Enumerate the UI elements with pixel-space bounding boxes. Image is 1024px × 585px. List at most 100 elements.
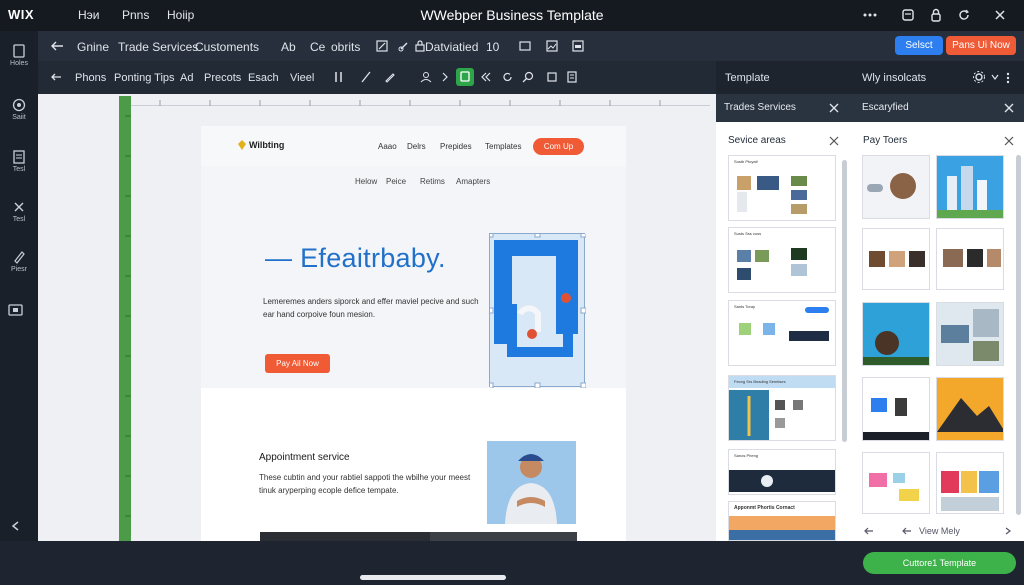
collapse-icon[interactable] — [10, 520, 22, 532]
hero-title[interactable]: — Efeaitrbaby. — [265, 243, 446, 274]
site-nav-1[interactable]: Aaao — [378, 142, 397, 151]
select-button[interactable]: Selsct — [895, 36, 943, 55]
person-icon[interactable] — [420, 71, 432, 83]
template-thumb-1[interactable]: Sustb Ptoyaif — [728, 155, 836, 221]
rail-item-saiit[interactable]: Saiit — [0, 98, 38, 121]
tool-precots[interactable]: Precots — [204, 72, 241, 84]
appointment-title[interactable]: Appointment service — [259, 452, 350, 463]
image-icon[interactable] — [546, 40, 558, 52]
subnav-1[interactable]: Helow — [355, 177, 377, 186]
code-tool[interactable]: Ce — [310, 40, 325, 54]
back-arrow-icon[interactable] — [50, 72, 62, 82]
tab-customents[interactable]: Customents — [195, 40, 259, 54]
active-tool-button[interactable] — [456, 68, 474, 86]
custom-template-button[interactable]: Cuttore1 Template — [863, 552, 1016, 574]
hero-body[interactable]: Lemeremes anders siporck and effer mavie… — [263, 295, 485, 321]
save-icon[interactable] — [900, 7, 916, 23]
edit-icon[interactable] — [376, 40, 388, 52]
more-icon[interactable] — [862, 7, 878, 23]
site-cta-button[interactable]: Com Up — [533, 138, 584, 155]
appointment-body[interactable]: These cubtin and your rabtiel sappoti th… — [259, 471, 474, 497]
site-nav-2[interactable]: Delrs — [407, 142, 426, 151]
preview-icon[interactable] — [519, 40, 531, 52]
slash-icon[interactable] — [360, 71, 372, 83]
refresh-icon[interactable] — [956, 7, 972, 23]
photo-thumb-1[interactable] — [862, 155, 930, 219]
search-icon[interactable] — [522, 71, 534, 83]
photo-thumb-8[interactable] — [936, 377, 1004, 441]
site-logo[interactable]: Wilbting — [249, 140, 284, 150]
service-areas-title: Sevice areas — [728, 135, 786, 146]
home-indicator[interactable] — [360, 575, 506, 580]
hero-cta-button[interactable]: Pay Ail Now — [265, 354, 330, 373]
close-icon[interactable] — [992, 7, 1008, 23]
template-thumb-3[interactable]: Sants Toray — [728, 300, 836, 366]
photo-thumb-3[interactable] — [862, 228, 930, 290]
layers-icon[interactable] — [566, 71, 578, 83]
thumb-title: Sustb Ptoyaif — [734, 159, 758, 164]
template-thumb-4[interactable]: Fecng Srs Bnading Semtises — [728, 375, 836, 441]
close-icon[interactable] — [829, 103, 839, 113]
photo-thumb-4[interactable] — [936, 228, 1004, 290]
panel2-scrollbar[interactable] — [1016, 155, 1021, 515]
back-icon[interactable] — [902, 527, 912, 535]
subnav-3[interactable]: Retims — [420, 177, 445, 186]
worker-photo[interactable] — [487, 441, 576, 524]
rewind-icon[interactable] — [480, 71, 492, 83]
rail-label: Tesl — [12, 216, 26, 223]
template-thumb-5[interactable]: Sanos Pheng — [728, 449, 836, 495]
gallery-icon[interactable] — [572, 40, 584, 52]
box-icon[interactable] — [8, 302, 24, 316]
publish-button[interactable]: Pans Ui Now — [946, 36, 1016, 55]
rail-label: Tesl — [12, 166, 26, 173]
close-icon[interactable] — [1004, 136, 1014, 146]
columns-icon[interactable] — [333, 71, 345, 83]
template-thumb-6[interactable]: Apponmt Phortis Cornact — [728, 501, 836, 541]
back-arrow-icon[interactable] — [50, 40, 64, 52]
lock-icon[interactable] — [928, 7, 944, 23]
link-icon[interactable] — [398, 40, 410, 52]
close-icon[interactable] — [829, 136, 839, 146]
photo-thumb-2[interactable] — [936, 155, 1004, 219]
view-more-link[interactable]: View Mely — [919, 526, 960, 536]
hero-illustration[interactable] — [489, 233, 586, 388]
obrits-tool[interactable]: obrits — [331, 40, 360, 54]
photo-thumb-5[interactable] — [862, 302, 930, 366]
rail-item-holes[interactable]: Holes — [0, 44, 38, 67]
lock-small-icon[interactable] — [415, 40, 425, 52]
more-icon[interactable] — [1006, 72, 1010, 84]
thumb-title: Susts Sss cuss — [734, 231, 762, 236]
cursor-icon — [460, 71, 470, 82]
site-nav-4[interactable]: Templates — [485, 142, 521, 151]
subnav-4[interactable]: Amapters — [456, 177, 490, 186]
text-tool[interactable]: Ab — [281, 40, 296, 54]
rail-item-tesl-2[interactable]: Tesl — [0, 200, 38, 223]
tools-icon — [14, 202, 24, 212]
tool-ponting-tips[interactable]: Ponting Tips — [114, 72, 175, 84]
panel1-scrollbar[interactable] — [842, 160, 847, 442]
next-arrow-icon[interactable] — [1004, 527, 1012, 535]
tool-phons[interactable]: Phons — [75, 72, 106, 84]
chevron-right-icon[interactable] — [440, 71, 450, 83]
chevron-down-icon[interactable] — [991, 73, 999, 81]
photo-thumb-10[interactable] — [936, 452, 1004, 514]
crop-icon[interactable] — [546, 71, 558, 83]
template-thumb-2[interactable]: Susts Sss cuss — [728, 227, 836, 293]
rail-item-piesr[interactable]: Piesr — [0, 250, 38, 273]
rail-item-tesl[interactable]: Tesl — [0, 150, 38, 173]
site-nav-3[interactable]: Prepides — [440, 142, 472, 151]
close-icon[interactable] — [1004, 103, 1014, 113]
rotate-icon[interactable] — [502, 71, 514, 83]
tool-esach[interactable]: Esach — [248, 72, 279, 84]
settings-gear-icon[interactable] — [972, 70, 986, 84]
photo-thumb-9[interactable] — [862, 452, 930, 514]
prev-arrow-icon[interactable] — [864, 527, 874, 535]
tool-vieel[interactable]: Vieel — [290, 72, 314, 84]
pencil-icon[interactable] — [384, 71, 396, 83]
photo-thumb-7[interactable] — [862, 377, 930, 441]
tab-trade-services[interactable]: Trade Services — [118, 40, 198, 54]
tab-gnine[interactable]: Gnine — [77, 40, 109, 54]
subnav-2[interactable]: Peice — [386, 177, 406, 186]
tool-ad[interactable]: Ad — [180, 72, 193, 84]
photo-thumb-6[interactable] — [936, 302, 1004, 366]
